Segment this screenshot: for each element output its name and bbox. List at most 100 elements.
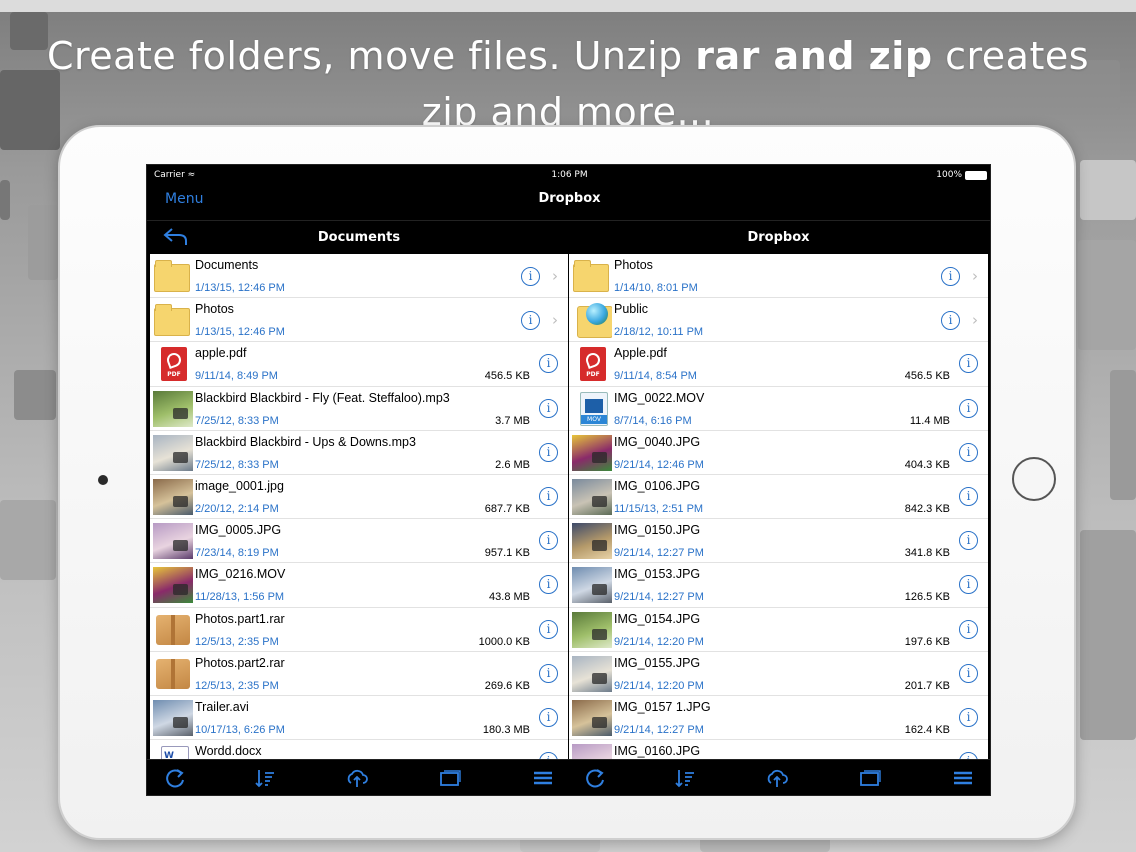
file-name: IMG_0106.JPG xyxy=(614,478,701,493)
file-date: 9/21/14, 12:27 PM xyxy=(614,723,704,736)
decor-square xyxy=(0,180,10,220)
file-row[interactable]: IMG_0157 1.JPG 9/21/14, 12:27 PM 162.4 KB i xyxy=(569,696,988,741)
info-icon[interactable]: i xyxy=(539,486,558,506)
file-row[interactable]: IMG_0040.JPG 9/21/14, 12:46 PM 404.3 KB i xyxy=(569,431,988,475)
info-icon[interactable]: i xyxy=(959,486,978,506)
info-icon[interactable]: i xyxy=(539,619,558,639)
info-icon[interactable]: i xyxy=(941,267,960,286)
file-date: 7/25/12, 8:33 PM xyxy=(195,414,279,427)
file-row[interactable]: IMG_0155.JPG 9/21/14, 12:20 PM 201.7 KB i xyxy=(569,652,988,696)
file-row[interactable]: IMG_0154.JPG 9/21/14, 12:20 PM 197.6 KB i xyxy=(569,608,988,652)
battery-icon xyxy=(965,171,987,180)
file-row[interactable]: image_0001.jpg 2/20/12, 2:14 PM 687.7 KB i xyxy=(150,475,568,520)
file-row[interactable]: PDF apple.pdf 9/11/14, 8:49 PM 456.5 KB i xyxy=(150,342,568,387)
info-icon[interactable]: i xyxy=(959,531,978,551)
row-thumbnail xyxy=(153,302,193,338)
info-icon[interactable]: i xyxy=(539,752,558,759)
info-icon[interactable]: i xyxy=(959,398,978,418)
row-thumbnail xyxy=(153,656,193,692)
file-name: Blackbird Blackbird - Fly (Feat. Steffal… xyxy=(195,390,450,405)
camera-badge-icon xyxy=(592,495,607,507)
left-file-list: Documents 1/13/15, 12:46 PM i › Photos 1/13/1… xyxy=(150,254,568,759)
row-thumbnail xyxy=(572,567,612,604)
info-icon[interactable]: i xyxy=(539,354,558,374)
file-date: 2/20/12, 2:14 PM xyxy=(195,502,279,515)
file-row[interactable]: W Wordd.docx i xyxy=(150,740,568,759)
info-icon[interactable]: i xyxy=(539,575,558,595)
file-row[interactable]: MOV IMG_0022.MOV 8/7/14, 6:16 PM 11.4 MB i xyxy=(569,387,988,431)
row-thumbnail: PDF xyxy=(572,346,612,382)
file-row[interactable]: IMG_0160.JPGi xyxy=(569,740,988,759)
folder-row[interactable]: Photos 1/13/15, 12:46 PM i › xyxy=(150,298,568,343)
bottom-toolbar xyxy=(147,759,990,795)
file-size: 43.8 MB xyxy=(489,591,530,604)
file-row[interactable]: Blackbird Blackbird - Fly (Feat. Steffal… xyxy=(150,387,568,431)
camera-badge-icon xyxy=(592,672,607,684)
file-size: 957.1 KB xyxy=(484,547,530,560)
info-icon[interactable]: i xyxy=(959,442,978,462)
file-row[interactable]: Trailer.avi 10/17/13, 6:26 PM 180.3 MB i xyxy=(150,696,568,741)
upload-icon[interactable] xyxy=(345,767,369,789)
sort-icon[interactable] xyxy=(253,767,277,789)
file-row[interactable]: PDF Apple.pdf 9/11/14, 8:54 PM 456.5 KB i xyxy=(569,342,988,387)
file-row[interactable]: Photos.part1.rar 12/5/13, 2:35 PM 1000.0 K… xyxy=(150,608,568,652)
public-folder-icon xyxy=(577,303,612,339)
camera-badge-icon xyxy=(592,716,607,728)
file-row[interactable]: Blackbird Blackbird - Ups & Downs.mp3 7/2… xyxy=(150,431,568,475)
camera-badge-icon xyxy=(592,584,607,596)
file-date: 9/21/14, 12:46 PM xyxy=(614,458,704,471)
info-icon[interactable]: i xyxy=(959,752,978,759)
info-icon[interactable]: i xyxy=(959,354,978,374)
info-icon[interactable]: i xyxy=(539,398,558,418)
file-name: Documents xyxy=(195,258,259,272)
file-name: IMG_0154.JPG xyxy=(614,611,701,626)
file-size: 404.3 KB xyxy=(904,458,950,471)
windows-icon[interactable] xyxy=(438,767,462,789)
file-name: Photos.part2.rar xyxy=(195,655,285,670)
file-row[interactable]: IMG_0005.JPG 7/23/14, 8:19 PM 957.1 KB i xyxy=(150,519,568,564)
windows-icon[interactable] xyxy=(858,767,882,789)
file-row[interactable]: Photos.part2.rar 12/5/13, 2:35 PM 269.6 KB… xyxy=(150,652,568,696)
folder-row[interactable]: Public 2/18/12, 10:11 PM i › xyxy=(569,298,988,343)
file-row[interactable]: IMG_0216.MOV 11/28/13, 1:56 PM 43.8 MB i xyxy=(150,563,568,608)
row-thumbnail: MOV xyxy=(572,391,612,427)
row-thumbnail xyxy=(153,478,193,515)
list-menu-icon[interactable] xyxy=(531,767,555,789)
upload-icon[interactable] xyxy=(765,767,789,789)
folder-row[interactable]: Photos 1/14/10, 8:01 PM i › xyxy=(569,254,988,299)
info-icon[interactable]: i xyxy=(959,575,978,595)
refresh-icon[interactable] xyxy=(163,767,187,789)
info-icon[interactable]: i xyxy=(941,311,960,331)
file-date: 9/21/14, 12:20 PM xyxy=(614,679,704,692)
file-size: 1000.0 KB xyxy=(478,635,530,648)
row-thumbnail xyxy=(153,390,193,427)
info-icon[interactable]: i xyxy=(539,531,558,551)
refresh-icon[interactable] xyxy=(583,767,607,789)
list-menu-icon[interactable] xyxy=(951,767,975,789)
info-icon[interactable]: i xyxy=(539,442,558,462)
info-icon[interactable]: i xyxy=(539,707,558,727)
play-badge-icon xyxy=(173,451,188,463)
row-thumbnail xyxy=(572,302,612,339)
info-icon[interactable]: i xyxy=(959,663,978,683)
row-thumbnail xyxy=(153,567,193,604)
info-icon[interactable]: i xyxy=(521,267,540,286)
decor-square xyxy=(1080,530,1136,740)
info-icon[interactable]: i xyxy=(959,707,978,727)
info-icon[interactable]: i xyxy=(539,663,558,683)
file-row[interactable]: IMG_0106.JPG 11/15/13, 2:51 PM 842.3 KB i xyxy=(569,475,988,520)
file-date: 8/7/14, 6:16 PM xyxy=(614,414,692,427)
camera-badge-icon xyxy=(173,540,188,552)
sort-icon[interactable] xyxy=(673,767,697,789)
info-icon[interactable]: i xyxy=(521,311,540,331)
home-button[interactable] xyxy=(1012,457,1056,501)
file-row[interactable]: IMG_0153.JPG 9/21/14, 12:27 PM 126.5 KB i xyxy=(569,563,988,608)
folder-row[interactable]: Documents 1/13/15, 12:46 PM i › xyxy=(150,254,568,299)
camera-badge-icon xyxy=(592,628,607,640)
nav-title: Dropbox xyxy=(538,191,601,206)
row-thumbnail xyxy=(572,744,612,759)
file-name: Photos.part1.rar xyxy=(195,611,285,626)
info-icon[interactable]: i xyxy=(959,619,978,639)
file-row[interactable]: IMG_0150.JPG 9/21/14, 12:27 PM 341.8 KB i xyxy=(569,519,988,564)
file-name: IMG_0160.JPG xyxy=(614,744,701,759)
